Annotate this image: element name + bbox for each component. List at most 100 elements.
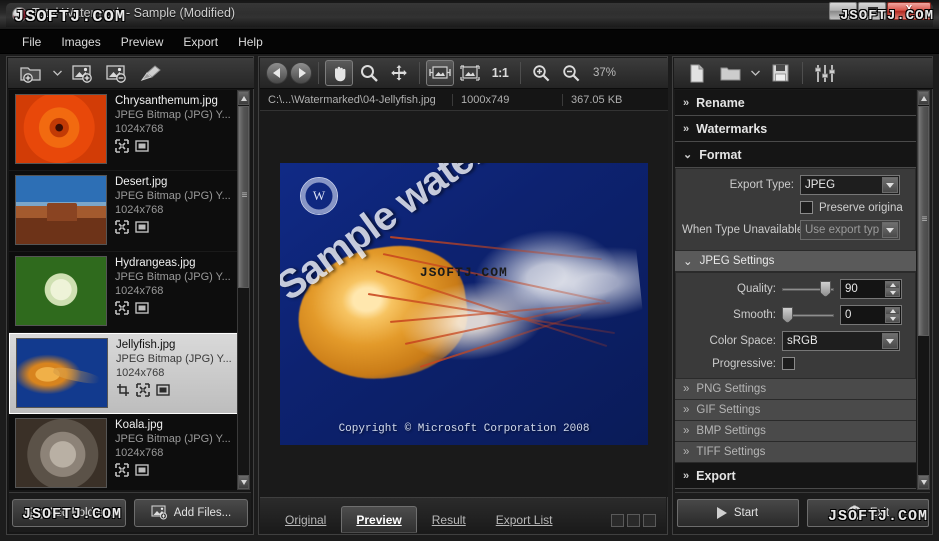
resize-icon[interactable] — [115, 463, 129, 477]
zoom-out-icon[interactable] — [557, 60, 585, 86]
stamp-letter: W — [312, 188, 326, 203]
tab-original[interactable]: Original — [270, 506, 341, 533]
stepper-up-icon[interactable] — [885, 281, 900, 289]
menu-item-images[interactable]: Images — [51, 32, 110, 52]
preserve-original-checkbox[interactable] — [800, 201, 813, 214]
quality-slider[interactable] — [782, 280, 834, 298]
scroll-up-button[interactable] — [238, 91, 249, 105]
frame-icon[interactable] — [156, 383, 170, 397]
zoom-in-icon[interactable] — [527, 60, 555, 86]
list-item[interactable]: Chrysanthemum.jpg JPEG Bitmap (JPG) Y...… — [9, 90, 239, 171]
actual-size-button[interactable]: 1:1 — [486, 60, 514, 86]
menu-item-help[interactable]: Help — [228, 32, 273, 52]
section-watermarks[interactable]: » Watermarks — [675, 116, 916, 142]
hand-tool-icon[interactable] — [325, 60, 353, 86]
stepper-buttons — [885, 307, 900, 323]
scroll-up-button[interactable] — [918, 91, 929, 105]
exit-button[interactable]: Exit — [806, 498, 929, 527]
scroll-down-button[interactable] — [238, 475, 249, 489]
settings-sliders-icon[interactable] — [810, 60, 840, 86]
chevron-right-icon: » — [683, 469, 690, 482]
start-button[interactable]: Start — [676, 498, 799, 527]
tab-preview[interactable]: Preview — [341, 506, 417, 533]
chevron-down-icon[interactable] — [882, 177, 898, 193]
stepper-up-icon[interactable] — [885, 307, 900, 315]
preview-canvas[interactable]: W Sample watermark Copyright © Microsoft… — [260, 111, 668, 497]
scroll-down-button[interactable] — [918, 475, 929, 489]
frame-icon[interactable] — [135, 301, 149, 315]
section-export[interactable]: » Export — [675, 463, 916, 489]
new-profile-icon[interactable] — [682, 60, 712, 86]
remove-image-icon[interactable] — [102, 60, 132, 86]
resize-icon[interactable] — [115, 220, 129, 234]
resize-icon[interactable] — [115, 301, 129, 315]
view-square-2[interactable] — [627, 514, 640, 527]
export-type-select[interactable]: JPEG — [800, 175, 900, 195]
slider-knob[interactable] — [782, 307, 793, 323]
list-item[interactable]: Desert.jpg JPEG Bitmap (JPG) Y... 1024x7… — [9, 171, 239, 252]
maximize-button[interactable] — [858, 2, 886, 20]
fit-width-icon[interactable] — [426, 60, 454, 86]
add-folder-icon[interactable] — [16, 60, 46, 86]
move-tool-icon[interactable] — [385, 60, 413, 86]
section-rename[interactable]: » Rename — [675, 90, 916, 116]
slider-knob[interactable] — [820, 281, 831, 297]
fit-page-icon[interactable] — [456, 60, 484, 86]
file-list[interactable]: Chrysanthemum.jpg JPEG Bitmap (JPG) Y...… — [9, 90, 239, 490]
section-png-settings[interactable]: » PNG Settings — [675, 379, 916, 400]
section-jpeg-settings[interactable]: ⌄ JPEG Settings — [675, 251, 916, 272]
smooth-stepper[interactable]: 0 — [840, 305, 902, 325]
when-unavailable-select[interactable]: Use export typ — [800, 220, 900, 240]
menu-item-export[interactable]: Export — [173, 32, 228, 52]
frame-icon[interactable] — [135, 139, 149, 153]
add-files-button[interactable]: Add Files... — [134, 498, 248, 527]
file-actions — [115, 220, 235, 234]
section-tiff-settings[interactable]: » TIFF Settings — [675, 442, 916, 463]
file-list-scrollbar[interactable] — [237, 90, 250, 490]
magnifier-tool-icon[interactable] — [355, 60, 383, 86]
menu-item-file[interactable]: File — [12, 32, 51, 52]
close-button[interactable]: X — [887, 2, 931, 20]
minimize-button[interactable] — [829, 2, 857, 20]
chevron-down-icon[interactable] — [748, 60, 762, 86]
scrollbar-thumb[interactable] — [918, 106, 929, 336]
chevron-down-icon[interactable] — [50, 60, 64, 86]
tab-export-list[interactable]: Export List — [481, 506, 568, 533]
open-profile-icon[interactable] — [715, 60, 745, 86]
view-square-3[interactable] — [643, 514, 656, 527]
list-item[interactable]: Hydrangeas.jpg JPEG Bitmap (JPG) Y... 10… — [9, 252, 239, 333]
section-gif-settings[interactable]: » GIF Settings — [675, 400, 916, 421]
section-format[interactable]: ⌄ Format — [675, 142, 916, 168]
minimize-icon — [839, 14, 849, 16]
stepper-down-icon[interactable] — [885, 289, 900, 297]
file-list-panel: Chrysanthemum.jpg JPEG Bitmap (JPG) Y...… — [6, 56, 254, 535]
progressive-checkbox[interactable] — [782, 357, 795, 370]
settings-scrollbar[interactable] — [917, 90, 930, 490]
file-actions — [115, 463, 235, 477]
crop-icon[interactable] — [116, 383, 130, 397]
resize-icon[interactable] — [115, 139, 129, 153]
quality-stepper[interactable]: 90 — [840, 279, 902, 299]
frame-icon[interactable] — [135, 463, 149, 477]
chevron-down-icon[interactable] — [882, 222, 898, 238]
view-square-1[interactable] — [611, 514, 624, 527]
stepper-down-icon[interactable] — [885, 315, 900, 323]
resize-icon[interactable] — [136, 383, 150, 397]
menu-item-preview[interactable]: Preview — [111, 32, 174, 52]
color-space-select[interactable]: sRGB — [782, 331, 900, 351]
save-profile-icon[interactable] — [765, 60, 795, 86]
list-item-selected[interactable]: Jellyfish.jpg JPEG Bitmap (JPG) Y... 102… — [9, 333, 239, 414]
close-icon: X — [905, 4, 913, 15]
add-image-icon[interactable] — [68, 60, 98, 86]
frame-icon[interactable] — [135, 220, 149, 234]
chevron-down-icon[interactable] — [882, 333, 898, 349]
scrollbar-thumb[interactable] — [238, 106, 249, 288]
add-folder-button[interactable]: Add Folder... — [12, 498, 126, 527]
clear-list-icon[interactable] — [136, 60, 166, 86]
smooth-slider[interactable] — [782, 306, 834, 324]
list-item[interactable]: Koala.jpg JPEG Bitmap (JPG) Y... 1024x76… — [9, 414, 239, 490]
section-bmp-settings[interactable]: » BMP Settings — [675, 421, 916, 442]
next-image-icon[interactable] — [290, 62, 312, 84]
tab-result[interactable]: Result — [417, 506, 481, 533]
prev-image-icon[interactable] — [266, 62, 288, 84]
